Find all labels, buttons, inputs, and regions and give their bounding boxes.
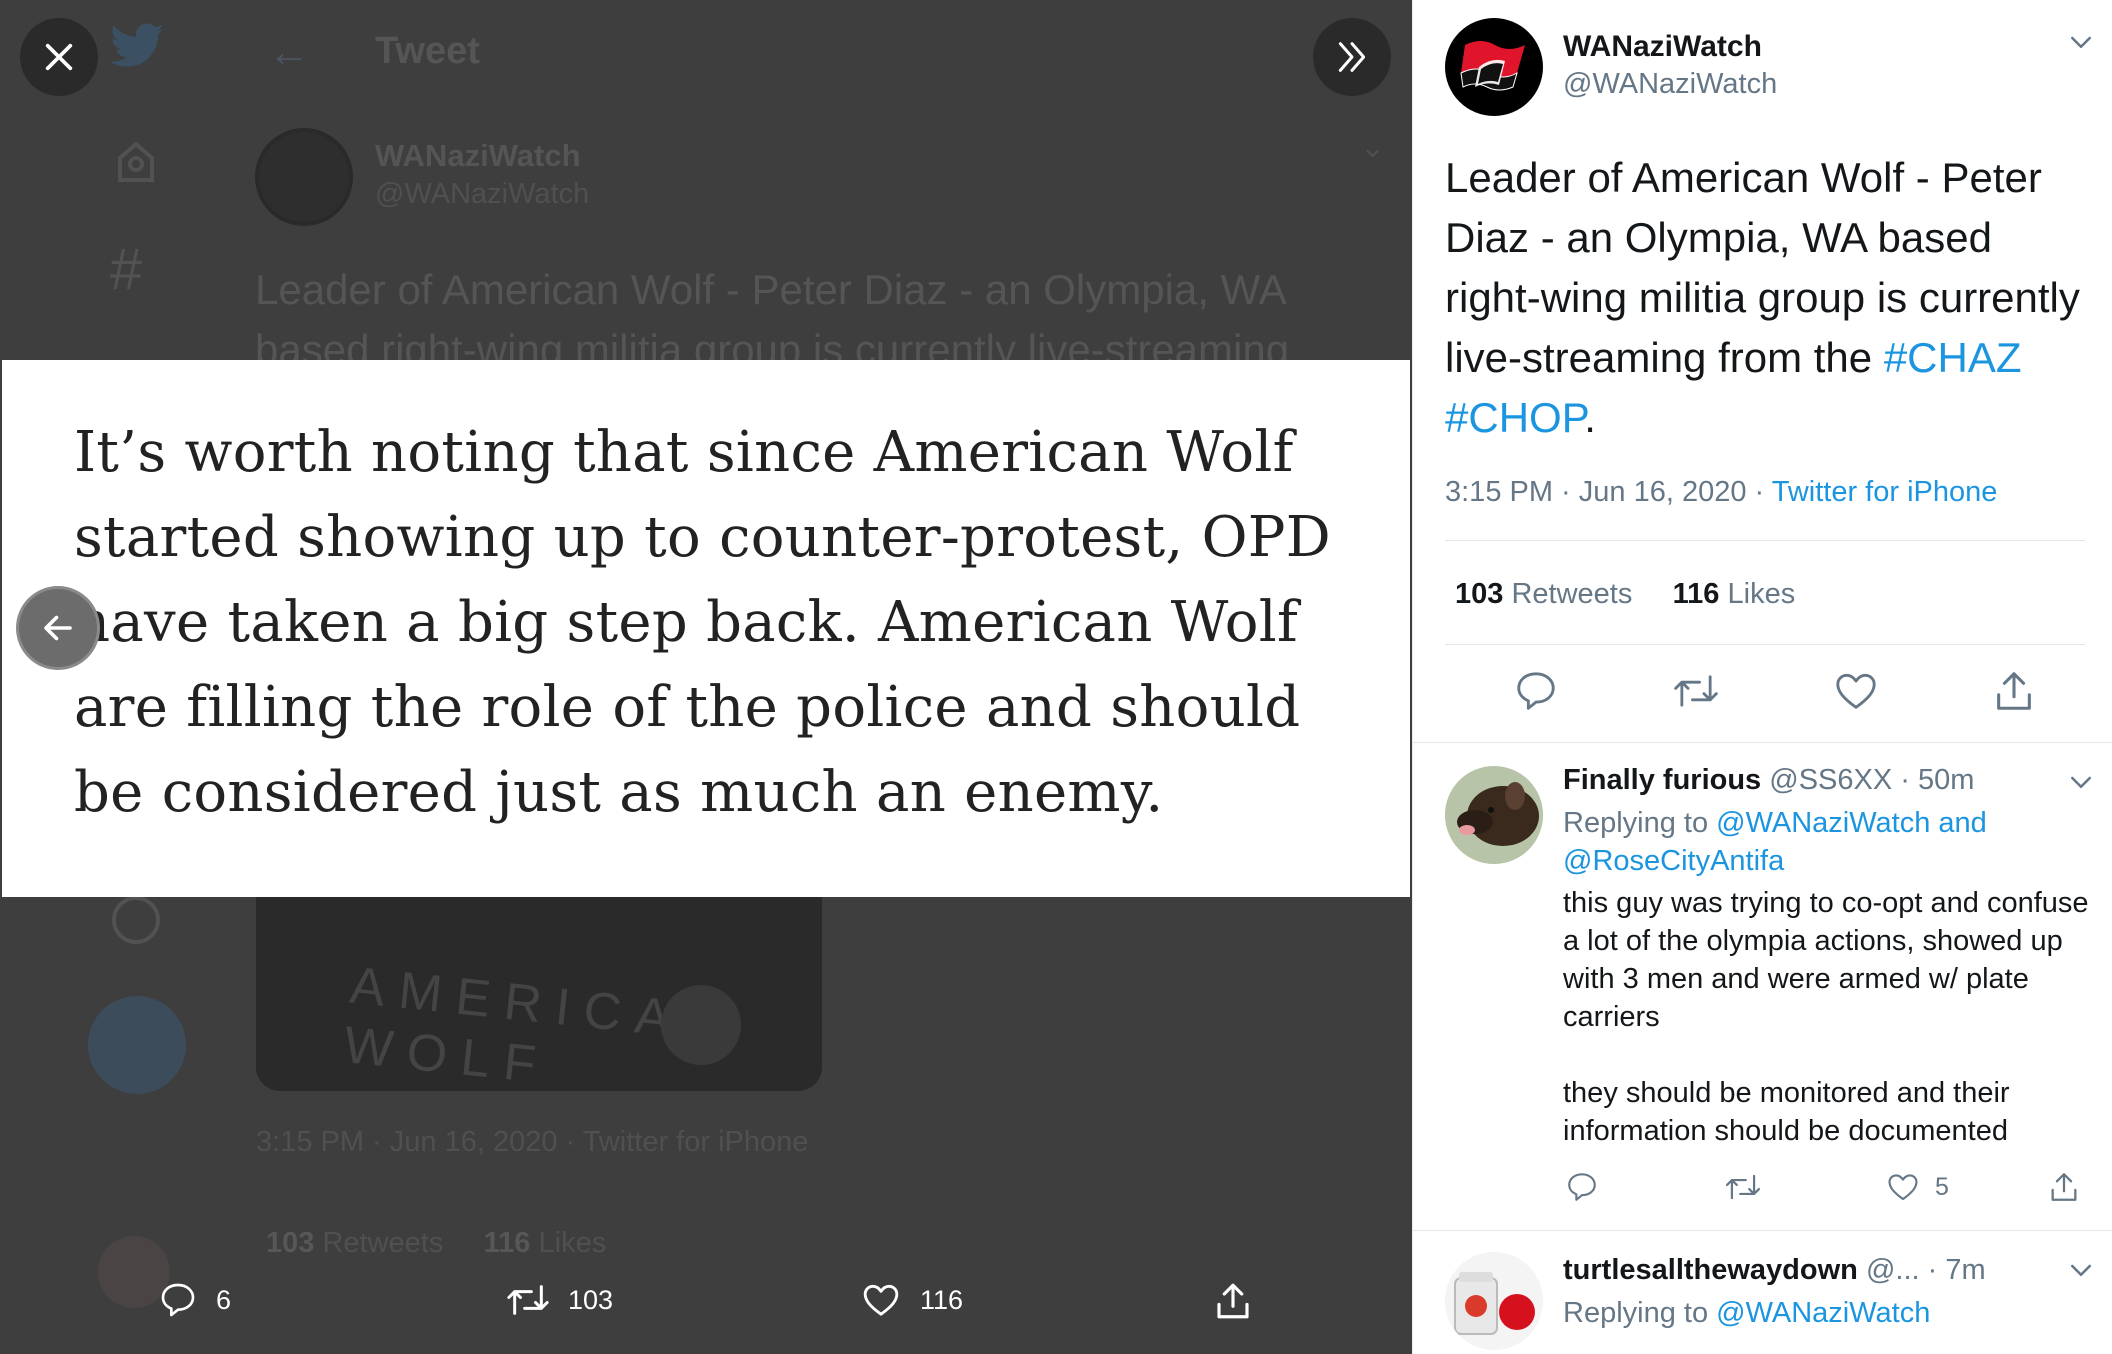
tweet-text-end: . <box>1584 394 1596 441</box>
retweet-count[interactable]: 103 <box>1455 578 1503 610</box>
like-icon <box>863 1284 899 1316</box>
replying-prefix: Replying to <box>1563 1297 1717 1329</box>
back-arrow-icon[interactable]: ← <box>268 28 310 76</box>
reply-text: this guy was trying to co-opt and confus… <box>1563 887 2089 1147</box>
previous-button[interactable] <box>16 586 100 670</box>
reply-icon <box>161 1283 195 1317</box>
tweet-time[interactable]: 3:15 PM · Jun 16, 2020 · <box>1445 476 1772 508</box>
share-button[interactable] <box>2047 1170 2081 1204</box>
close-button[interactable] <box>20 18 98 96</box>
reply-header: turtlesallthewaydown @... · 7m <box>1563 1254 1986 1287</box>
expand-button[interactable] <box>1313 18 1391 96</box>
quote-text: It’s worth noting that since American Wo… <box>74 420 1331 825</box>
retweet-icon <box>507 1285 549 1315</box>
expand-icon <box>1338 42 1366 72</box>
reply-count: 6 <box>216 1284 232 1315</box>
hashtag-icon[interactable]: # <box>110 236 142 303</box>
twitter-bird-icon <box>110 23 164 67</box>
replying-to: Replying to @WANaziWatch <box>1563 1294 2083 1332</box>
like-count: 116 <box>483 1227 531 1259</box>
tweet-media[interactable]: AMERICAN WOLF <box>256 895 822 1091</box>
media-badge <box>661 985 741 1065</box>
reply-header: Finally furious @SS6XX · 50m <box>1563 764 1974 797</box>
chevron-down-icon[interactable] <box>2066 768 2096 798</box>
tweet-source[interactable]: Twitter for iPhone <box>1772 476 1998 508</box>
reply-tweet[interactable]: turtlesallthewaydown @... · 7m Replying … <box>1413 1230 2112 1354</box>
like-button[interactable]: 5 <box>1885 1170 1949 1204</box>
avatar[interactable] <box>1445 18 1543 116</box>
media-viewer: ← Tweet # WANaziWatch @WANaziWatch ⌄ Lea… <box>0 0 1412 1354</box>
avatar[interactable] <box>1445 1252 1543 1350</box>
reply-author-name[interactable]: Finally furious <box>1563 764 1761 796</box>
tweet-stats: 103 Retweets 116 Likes <box>1455 578 1795 611</box>
antifa-flag-icon <box>1460 41 1525 91</box>
retweet-button[interactable] <box>1725 1170 1761 1204</box>
divider <box>1445 644 2085 645</box>
retweet-label[interactable]: Retweets <box>1511 578 1632 610</box>
more-icon[interactable] <box>112 896 160 944</box>
like-label[interactable]: Likes <box>1728 578 1796 610</box>
replying-prefix: Replying to <box>1563 807 1717 839</box>
replying-to-link[interactable]: @WANaziWatch <box>1716 1297 1930 1329</box>
compose-button[interactable] <box>88 996 186 1094</box>
chevron-down-icon[interactable] <box>2066 28 2096 58</box>
share-icon[interactable] <box>1991 668 2037 714</box>
tweet-timestamp: 3:15 PM · Jun 16, 2020 · Twitter for iPh… <box>1445 476 1997 509</box>
reply-author-handle[interactable]: @SS6XX <box>1769 764 1892 796</box>
retweet-label: Retweets <box>322 1227 444 1259</box>
jar-avatar-image <box>1445 1252 1543 1350</box>
media-label: AMERICAN WOLF <box>341 956 738 1091</box>
reply-button[interactable]: 6 <box>158 1280 231 1320</box>
reply-age[interactable]: · 7m <box>1928 1254 1986 1286</box>
prev-arrow-icon <box>44 615 72 641</box>
chevron-down-icon[interactable]: ⌄ <box>1360 130 1385 165</box>
replying-to: Replying to @WANaziWatch and @RoseCityAn… <box>1563 804 2083 880</box>
retweet-count: 103 <box>266 1227 315 1259</box>
like-icon <box>1888 1174 1918 1201</box>
reply-icon <box>1568 1173 1596 1201</box>
retweet-count: 103 <box>568 1284 614 1315</box>
author-handle: @WANaziWatch <box>375 178 590 210</box>
like-button[interactable]: 116 <box>860 1280 963 1320</box>
like-icon[interactable] <box>1833 668 1879 714</box>
close-icon <box>45 43 73 71</box>
like-count: 116 <box>920 1284 964 1315</box>
like-count[interactable]: 116 <box>1673 578 1720 610</box>
divider <box>1445 540 2085 541</box>
reply-author-handle[interactable]: @... <box>1866 1254 1920 1286</box>
hashtag-chaz[interactable]: #CHAZ <box>1884 334 2022 381</box>
author-name[interactable]: WANaziWatch <box>1563 30 1762 64</box>
share-icon <box>2051 1173 2077 1201</box>
tweet-actions <box>1445 668 2085 718</box>
avatar <box>255 128 353 226</box>
reply-actions: 5 <box>1563 1170 2083 1210</box>
author-name: WANaziWatch <box>375 138 581 173</box>
retweet-button[interactable]: 103 <box>506 1280 613 1320</box>
reply-tweet[interactable]: Finally furious @SS6XX · 50m Replying to… <box>1413 742 2112 1230</box>
tweet-sidebar: WANaziWatch @WANaziWatch Leader of Ameri… <box>1412 0 2112 1354</box>
dog-avatar-image <box>1445 766 1543 864</box>
retweet-icon[interactable] <box>1673 668 1719 714</box>
like-label: Likes <box>538 1227 607 1259</box>
hashtag-chop[interactable]: #CHOP <box>1445 394 1584 441</box>
home-icon[interactable] <box>112 138 160 186</box>
like-count: 5 <box>1935 1172 1949 1201</box>
share-icon <box>1217 1283 1249 1319</box>
avatar[interactable] <box>1445 766 1543 864</box>
retweet-icon <box>1725 1174 1761 1200</box>
chevron-down-icon[interactable] <box>2066 1256 2096 1286</box>
tweet-text: Leader of American Wolf - Peter Diaz - a… <box>1445 148 2085 448</box>
reply-button[interactable] <box>1565 1170 1599 1204</box>
page-title: Tweet <box>375 30 480 72</box>
reply-icon[interactable] <box>1513 668 1559 714</box>
viewer-action-bar: 6 103 116 <box>0 1280 1412 1354</box>
reply-author-name[interactable]: turtlesallthewaydown <box>1563 1254 1858 1286</box>
tweet-stats: 103 Retweets 116 Likes <box>266 1227 606 1260</box>
share-button[interactable] <box>1212 1280 1254 1322</box>
tweet-timestamp: 3:15 PM · Jun 16, 2020 · Twitter for iPh… <box>256 1126 809 1158</box>
reply-age[interactable]: · 50m <box>1900 764 1974 796</box>
author-handle[interactable]: @WANaziWatch <box>1563 68 1777 101</box>
